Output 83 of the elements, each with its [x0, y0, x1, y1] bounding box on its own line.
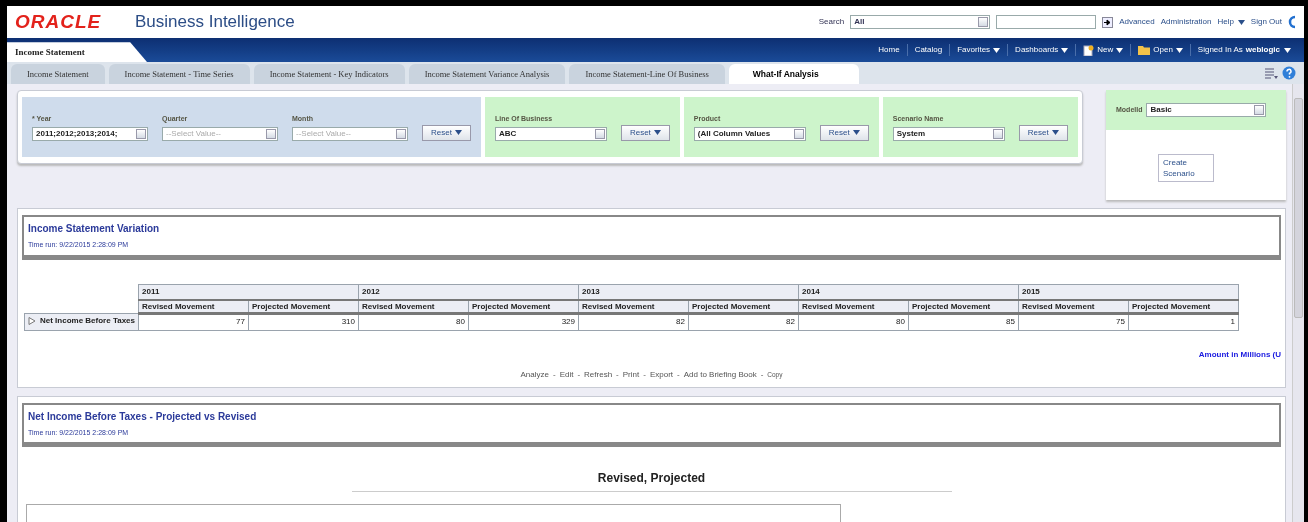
caret-icon: [1175, 47, 1183, 53]
separator: -: [760, 368, 764, 381]
dropdown[interactable]: 2011;2012;2013;2014;: [32, 127, 148, 141]
separator: -: [616, 368, 619, 381]
header-link[interactable]: Sign Out: [1250, 16, 1282, 28]
report-link[interactable]: Edit: [559, 368, 574, 381]
column-header: 2014: [798, 284, 1019, 300]
table-cell: 80: [358, 313, 469, 330]
go-arrow-icon[interactable]: [1102, 16, 1114, 28]
column-header: 2011: [138, 284, 359, 300]
page-options-icon[interactable]: [1265, 67, 1278, 79]
caret-icon: [1284, 47, 1291, 53]
table-cell: 85: [908, 313, 1019, 330]
dropdown[interactable]: ABC: [494, 127, 607, 141]
caret-icon: [852, 130, 860, 136]
report-link[interactable]: Refresh: [584, 368, 613, 381]
reset-button[interactable]: Reset: [1018, 125, 1068, 141]
scrollbar[interactable]: [1292, 84, 1304, 522]
help-icon[interactable]: [1282, 66, 1296, 80]
reset-button[interactable]: Reset: [819, 125, 869, 141]
table-cell: 310: [248, 313, 359, 330]
nav-link[interactable]: Favorites: [949, 44, 1008, 56]
folder-icon: [1138, 45, 1151, 55]
tab[interactable]: Income Statement Variance Analysis: [408, 64, 566, 84]
separator: -: [577, 368, 581, 381]
table-cell: 82: [578, 313, 689, 330]
column-header: 2013: [578, 284, 799, 300]
caret-icon: [1051, 130, 1059, 136]
report-link[interactable]: Add to Briefing Book: [683, 368, 757, 381]
section-title: Income Statement Variation: [28, 222, 161, 236]
nav-link[interactable]: Catalog: [906, 44, 950, 56]
section-title: Net Income Before Taxes - Projected vs Revised: [28, 409, 258, 424]
expand-icon[interactable]: [28, 316, 36, 325]
report-link[interactable]: Print: [622, 368, 640, 381]
table-cell: 1: [1128, 313, 1239, 330]
tab[interactable]: Income Statement - Key Indicators: [253, 64, 405, 84]
search-scope-dropdown[interactable]: All: [850, 15, 991, 29]
dropdown[interactable]: Basic: [1146, 103, 1267, 117]
logo: ORACLE: [15, 9, 103, 34]
header-link[interactable]: Help: [1217, 16, 1245, 28]
create-scenario-link[interactable]: Create Scenario: [1158, 154, 1214, 182]
separator: -: [643, 368, 646, 381]
header-link[interactable]: Administration: [1160, 16, 1212, 28]
nav-link[interactable]: New: [1075, 44, 1131, 56]
caret-icon: [653, 130, 661, 136]
caret-icon: [1237, 19, 1245, 25]
user-menu[interactable]: weblogic: [1245, 44, 1291, 56]
tab[interactable]: What-If Analysis: [728, 64, 859, 84]
table-cell: 329: [468, 313, 579, 330]
units-note: Amount in Millions (U: [1197, 348, 1281, 361]
dropdown[interactable]: System: [892, 127, 1005, 141]
caret-icon: [993, 47, 1001, 53]
search-field[interactable]: [996, 15, 1097, 29]
signed-in-label: Signed In As: [1197, 44, 1243, 56]
search-label: Search: [818, 16, 845, 28]
tab[interactable]: Income Statement: [11, 64, 105, 84]
row-header: Net Income Before Taxes: [40, 314, 135, 327]
chart-title: Revised, Projected: [596, 470, 707, 487]
table-cell: 75: [1018, 313, 1129, 330]
arc-icon: [1288, 15, 1296, 29]
header-link[interactable]: Advanced: [1119, 16, 1155, 28]
dropdown[interactable]: (All Column Values: [693, 127, 806, 141]
column-header: 2012: [358, 284, 579, 300]
document-icon: [1083, 44, 1095, 56]
table-cell: 77: [138, 313, 249, 330]
table-cell: 80: [798, 313, 909, 330]
report-link[interactable]: Analyze: [520, 368, 549, 381]
column-header: 2015: [1018, 284, 1239, 300]
nav-link[interactable]: Dashboards: [1007, 44, 1076, 56]
separator: -: [552, 368, 556, 381]
reset-button[interactable]: Reset: [620, 125, 670, 141]
tab[interactable]: Income Statement - Time Series: [108, 64, 250, 84]
caret-icon: [454, 130, 462, 136]
tab[interactable]: Income Statement-Line Of Business: [569, 64, 725, 84]
caret-icon: [1116, 47, 1124, 53]
nav-link[interactable]: Home: [871, 44, 907, 56]
nav-link[interactable]: Open: [1130, 44, 1190, 56]
report-link[interactable]: Export: [649, 368, 674, 381]
product-name: Business Intelligence: [135, 11, 295, 34]
caret-icon: [1061, 47, 1069, 53]
table-cell: 82: [688, 313, 799, 330]
reset-button[interactable]: Reset: [422, 125, 471, 141]
separator: -: [677, 368, 680, 381]
